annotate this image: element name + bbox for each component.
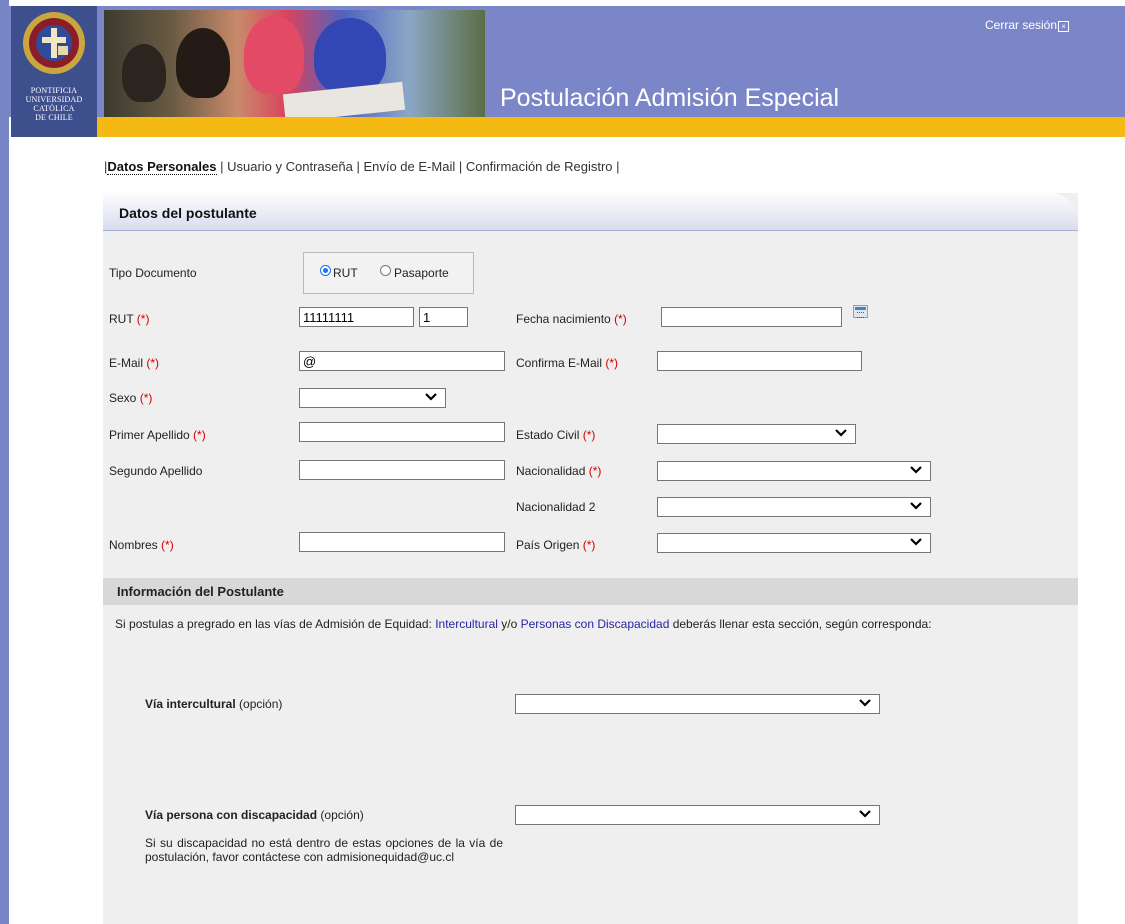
chevron-down-icon	[910, 538, 922, 546]
discapacidad-link[interactable]: Personas con Discapacidad	[521, 617, 670, 631]
photo-person	[244, 16, 304, 94]
segundo-apellido-label: Segundo Apellido	[109, 464, 203, 478]
step-breadcrumb: |Datos Personales | Usuario y Contraseña…	[104, 159, 620, 175]
pasaporte-radio[interactable]	[380, 265, 391, 276]
step-confirmacion-registro[interactable]: Confirmación de Registro	[466, 159, 613, 174]
photo-person	[122, 44, 166, 102]
photo-paper	[282, 81, 406, 117]
nombres-label: Nombres (*)	[109, 538, 174, 552]
discapacidad-note: Si su discapacidad no está dentro de est…	[145, 836, 503, 864]
nacionalidad2-label: Nacionalidad 2	[516, 500, 596, 514]
tipo-documento-label: Tipo Documento	[109, 266, 197, 280]
step-datos-personales[interactable]: Datos Personales	[107, 159, 217, 175]
photo-person	[176, 28, 230, 98]
sexo-label: Sexo (*)	[109, 391, 153, 405]
confirma-email-field[interactable]	[657, 351, 862, 371]
info-intro: Si postulas a pregrado en las vías de Ad…	[115, 617, 932, 631]
rut-number-input[interactable]	[299, 307, 414, 327]
nacionalidad-select[interactable]	[657, 461, 931, 481]
gold-accent-bar	[97, 117, 1125, 137]
estado-civil-select[interactable]	[657, 424, 856, 444]
chevron-down-icon	[835, 429, 847, 437]
university-line: de Chile	[35, 113, 73, 122]
primer-apellido-label: Primer Apellido (*)	[109, 428, 206, 442]
crest-icon	[23, 12, 85, 74]
university-line: Pontificia	[30, 86, 78, 95]
close-icon: ×	[1058, 21, 1070, 32]
header-photo	[104, 10, 485, 117]
nacionalidad2-select[interactable]	[657, 497, 931, 517]
university-line: Católica	[33, 104, 75, 113]
estado-civil-label: Estado Civil (*)	[516, 428, 596, 442]
panel-title: Datos del postulante	[119, 205, 257, 221]
fecha-nacimiento-label: Fecha nacimiento (*)	[516, 312, 627, 326]
chevron-down-icon	[425, 393, 437, 401]
confirma-email-label: Confirma E-Mail (*)	[516, 356, 619, 370]
chevron-down-icon	[910, 466, 922, 474]
rut-radio[interactable]	[320, 265, 331, 276]
pais-origen-select[interactable]	[657, 533, 931, 553]
pasaporte-radio-label[interactable]: Pasaporte	[394, 266, 449, 280]
email-label: E-Mail (*)	[109, 356, 160, 370]
nombres-input[interactable]	[299, 532, 505, 552]
via-intercultural-label: Vía intercultural (opción)	[145, 697, 283, 711]
left-rail	[0, 0, 9, 924]
logout-label: Cerrar sesión	[985, 18, 1058, 32]
university-line: Universidad	[25, 95, 83, 104]
via-discapacidad-select[interactable]	[515, 805, 880, 825]
photo-person	[314, 18, 386, 94]
rut-label: RUT (*)	[109, 312, 150, 326]
nacionalidad-label: Nacionalidad (*)	[516, 464, 602, 478]
segundo-apellido-input[interactable]	[299, 460, 505, 480]
university-name: Pontificia Universidad Católica de Chile	[11, 86, 97, 122]
fecha-nacimiento-input[interactable]	[661, 307, 842, 327]
calendar-icon[interactable]	[853, 305, 868, 318]
page-title: Postulación Admisión Especial	[500, 84, 840, 112]
chevron-down-icon	[910, 502, 922, 510]
rut-radio-label[interactable]: RUT	[333, 266, 358, 280]
rut-check-digit-input[interactable]	[419, 307, 468, 327]
sexo-select[interactable]	[299, 388, 446, 408]
step-envio-email[interactable]: Envío de E-Mail	[363, 159, 455, 174]
via-intercultural-select[interactable]	[515, 694, 880, 714]
chevron-down-icon	[859, 699, 871, 707]
info-section-title: Información del Postulante	[117, 584, 284, 599]
pais-origen-label: País Origen (*)	[516, 538, 596, 552]
via-discapacidad-label: Vía persona con discapacidad (opción)	[145, 808, 364, 822]
chevron-down-icon	[859, 810, 871, 818]
primer-apellido-input[interactable]	[299, 422, 505, 442]
logout-link[interactable]: Cerrar sesión ×	[985, 18, 1070, 32]
step-usuario-contrasena[interactable]: Usuario y Contraseña	[227, 159, 353, 174]
email-field[interactable]	[299, 351, 505, 371]
intercultural-link[interactable]: Intercultural	[435, 617, 498, 631]
